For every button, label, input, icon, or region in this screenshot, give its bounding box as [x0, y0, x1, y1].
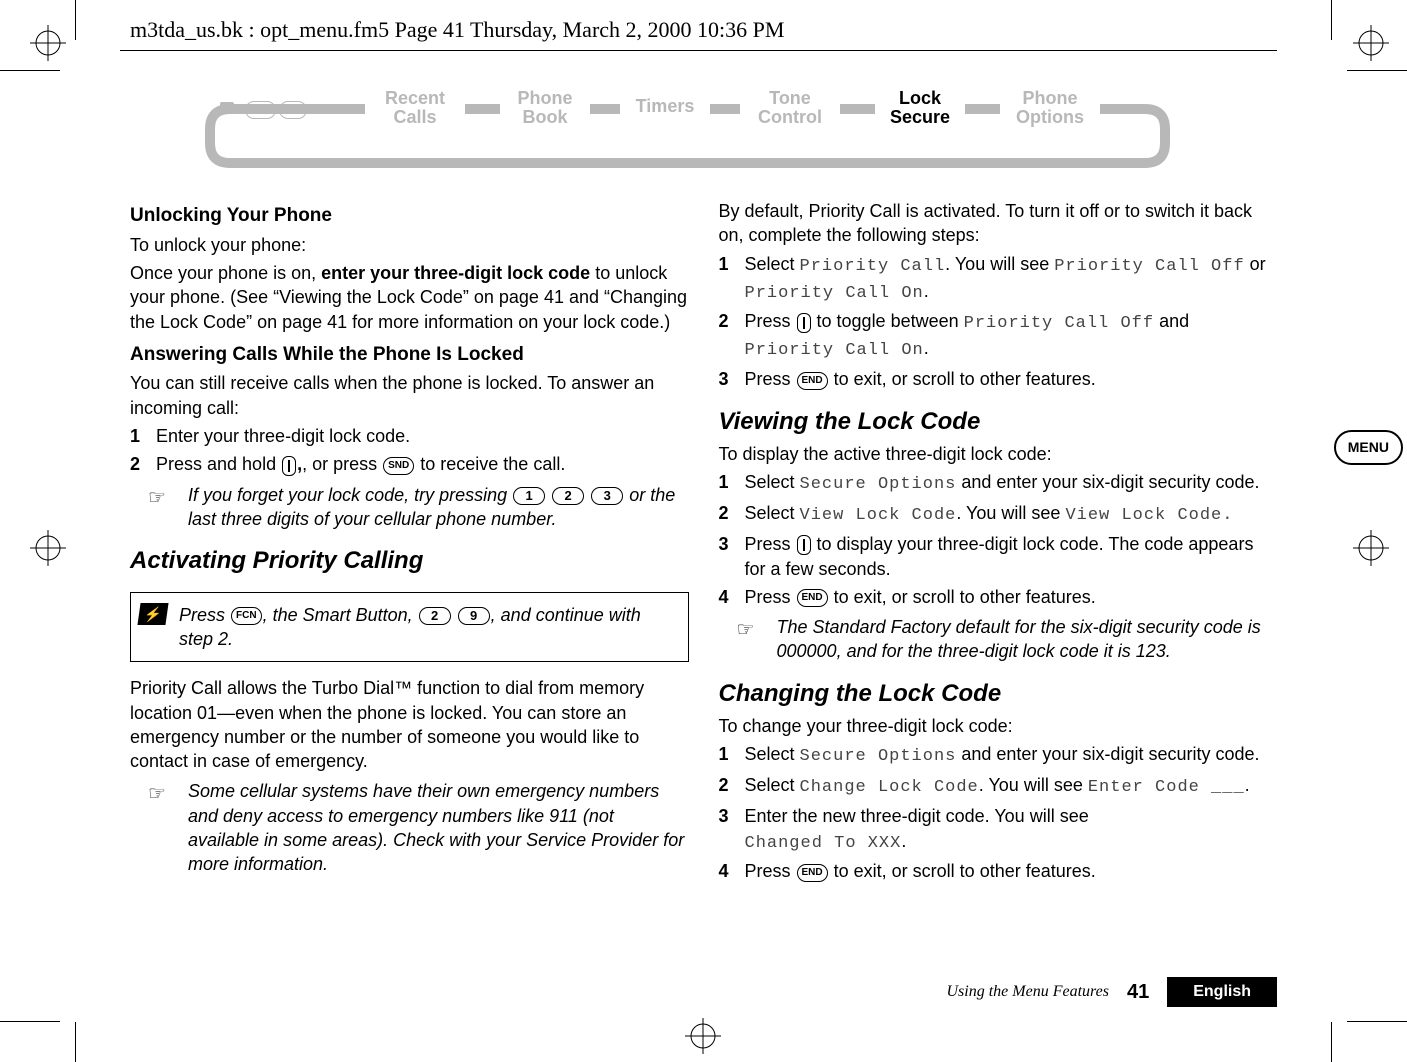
heading-answering: Answering Calls While the Phone Is Locke… [130, 342, 689, 368]
page-number: 41 [1127, 979, 1149, 1006]
step: 1 Select Secure Options and enter your s… [719, 470, 1278, 497]
registration-mark-icon [1353, 25, 1389, 61]
nav-item: PhoneOptions [1000, 89, 1100, 127]
two-key-icon: 2 [419, 607, 451, 625]
led-icon [220, 102, 234, 112]
nav-item: PhoneBook [495, 89, 595, 127]
footer-title: Using the Menu Features [946, 981, 1108, 1003]
snd-key-icon: SND [383, 457, 414, 475]
scroll-icon [797, 535, 811, 555]
step: 1 Select Secure Options and enter your s… [719, 742, 1278, 769]
step: 2 Select View Lock Code. You will see Vi… [719, 501, 1278, 528]
paragraph: To display the active three-digit lock c… [719, 442, 1278, 466]
nav-item: RecentCalls [365, 89, 465, 127]
note: ☞ If you forget your lock code, try pres… [148, 483, 689, 532]
hand-icon: ☞ [148, 485, 166, 512]
heading-view-lock: Viewing the Lock Code [719, 406, 1278, 438]
nav-item: ToneControl [740, 89, 840, 127]
end-key-icon: END [797, 589, 828, 607]
language-badge: English [1167, 977, 1277, 1007]
end-key-icon: END [797, 372, 828, 390]
registration-mark-icon [685, 1018, 721, 1054]
hand-icon: ☞ [737, 617, 755, 644]
step: 3 Press END to exit, or scroll to other … [719, 367, 1278, 391]
paragraph: To change your three-digit lock code: [719, 714, 1278, 738]
two-key-icon: 2 [552, 487, 584, 505]
nav-item-active: LockSecure [870, 89, 970, 127]
nav-item: Timers [615, 97, 715, 116]
step: 1Enter your three-digit lock code. [130, 424, 689, 448]
menu-badge: MENU [1334, 430, 1403, 465]
step: 2 Press and hold ,, or press SND to rece… [130, 452, 689, 476]
heading-change-lock: Changing the Lock Code [719, 678, 1278, 710]
one-key-icon: 1 [279, 101, 307, 119]
step: 3 Enter the new three-digit code. You wi… [719, 804, 1278, 855]
fcn-key-icon: FCN [231, 607, 262, 625]
doc-header: m3tda_us.bk : opt_menu.fm5 Page 41 Thurs… [130, 15, 784, 45]
step: 4 Press END to exit, or scroll to other … [719, 585, 1278, 609]
fcn-key-icon: FCN [245, 101, 276, 119]
nine-key-icon: 9 [458, 607, 490, 625]
note: ☞ The Standard Factory default for the s… [737, 615, 1278, 664]
registration-mark-icon [30, 25, 66, 61]
page-footer: Using the Menu Features 41 English [946, 977, 1277, 1007]
step: 2 Select Change Lock Code. You will see … [719, 773, 1278, 800]
menu-breadcrumb: FCN 1 RecentCalls PhoneBook Timers ToneC… [130, 85, 1277, 175]
one-key-icon: 1 [513, 487, 545, 505]
registration-mark-icon [30, 530, 66, 566]
step: 4 Press END to exit, or scroll to other … [719, 859, 1278, 883]
heading-priority: Activating Priority Calling [130, 545, 689, 577]
three-key-icon: 3 [591, 487, 623, 505]
shortcut-icon: ⚡ [137, 603, 168, 625]
paragraph: Once your phone is on, enter your three-… [130, 261, 689, 334]
shortcut-box: ⚡ Press FCN, the Smart Button, 2 9, and … [130, 592, 689, 663]
note: ☞ Some cellular systems have their own e… [148, 779, 689, 876]
paragraph: By default, Priority Call is activated. … [719, 199, 1278, 248]
paragraph: Priority Call allows the Turbo Dial™ fun… [130, 676, 689, 773]
step: 3 Press to display your three-digit lock… [719, 532, 1278, 581]
scroll-icon [282, 456, 296, 476]
end-key-icon: END [797, 864, 828, 882]
hand-icon: ☞ [148, 781, 166, 808]
step: 2 Press to toggle between Priority Call … [719, 309, 1278, 363]
registration-mark-icon [1353, 530, 1389, 566]
paragraph: To unlock your phone: [130, 233, 689, 257]
heading-unlocking: Unlocking Your Phone [130, 203, 689, 229]
scroll-icon [797, 313, 811, 333]
paragraph: You can still receive calls when the pho… [130, 371, 689, 420]
step: 1 Select Priority Call. You will see Pri… [719, 252, 1278, 306]
